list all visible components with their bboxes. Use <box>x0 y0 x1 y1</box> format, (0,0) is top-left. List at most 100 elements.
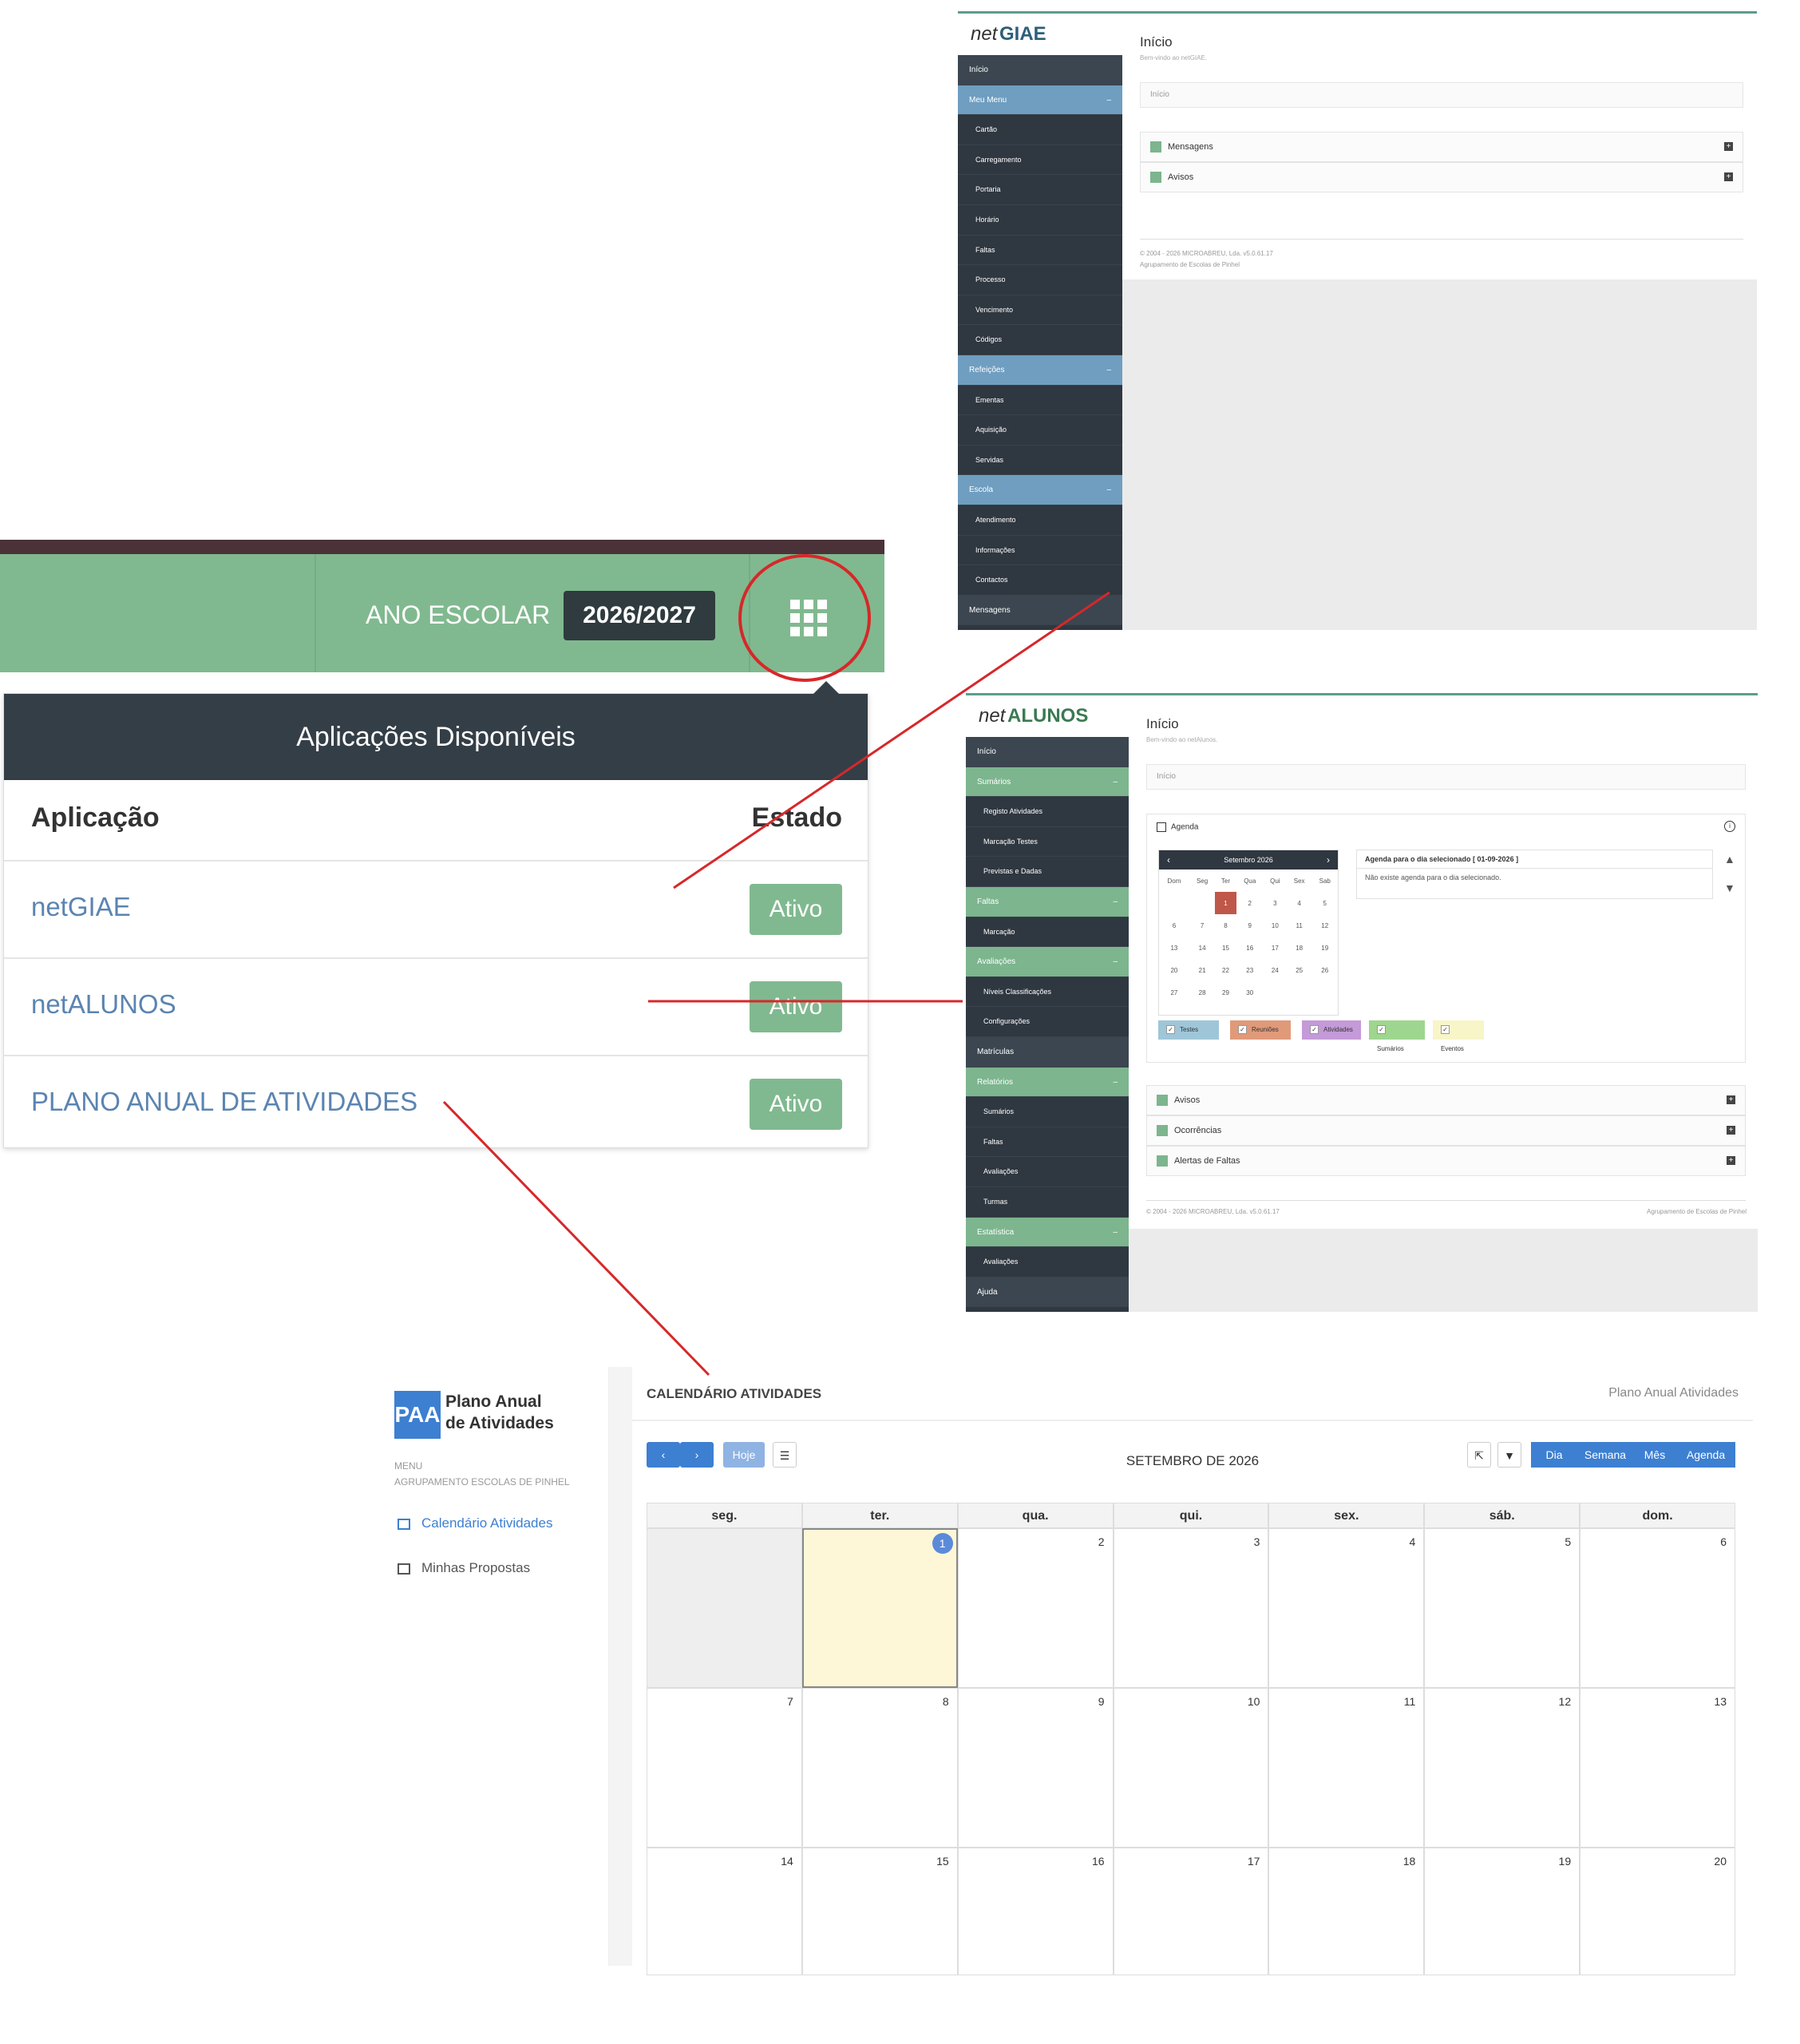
day-cell[interactable]: 4 <box>1268 1528 1425 1688</box>
sidebar-item[interactable]: Marcação Testes <box>966 827 1129 858</box>
accordion-panel[interactable]: Ocorrências + <box>1146 1115 1746 1146</box>
legend-item[interactable]: ✓ Atividades <box>1302 1020 1361 1040</box>
day-cell[interactable] <box>647 1528 802 1688</box>
mini-day[interactable]: 18 <box>1287 937 1312 959</box>
day-cell[interactable]: 15 <box>801 1848 958 1975</box>
sidebar-item[interactable]: Faltas <box>966 1127 1129 1158</box>
legend-item[interactable]: ✓ Sumários <box>1369 1020 1425 1052</box>
mini-day[interactable]: 23 <box>1236 959 1264 981</box>
mini-day[interactable]: 19 <box>1311 937 1338 959</box>
day-cell[interactable]: 5 <box>1424 1528 1580 1688</box>
sidebar-item[interactable]: Carregamento <box>958 145 1122 176</box>
sidebar-item[interactable]: Códigos <box>958 325 1122 355</box>
checkbox-icon[interactable]: ✓ <box>1377 1025 1386 1035</box>
sidebar-item[interactable]: Avaliações <box>966 1247 1129 1278</box>
sidebar-item[interactable]: Atendimento <box>958 505 1122 536</box>
mini-day[interactable]: 1 <box>1215 892 1236 914</box>
sidebar-item[interactable]: Escola – <box>958 475 1122 505</box>
mini-day[interactable]: 29 <box>1215 981 1236 1004</box>
sidebar-item[interactable]: Vencimento <box>958 295 1122 326</box>
sidebar-item[interactable]: Informações <box>958 536 1122 566</box>
collapse-icon[interactable]: – <box>1113 1218 1118 1248</box>
chevron-left-icon[interactable]: ‹ <box>1167 850 1170 869</box>
mini-day[interactable]: 27 <box>1159 981 1189 1004</box>
sidebar-item[interactable]: Sumários – <box>966 766 1129 798</box>
mini-day[interactable]: 26 <box>1311 959 1338 981</box>
sidebar-item[interactable]: Relatórios – <box>966 1067 1129 1098</box>
legend-item[interactable]: ✓ Testes <box>1158 1020 1219 1040</box>
collapse-icon[interactable]: – <box>1113 767 1118 798</box>
panel-mensagens[interactable]: Mensagens + <box>1140 132 1743 162</box>
day-cell[interactable]: 11 <box>1268 1688 1425 1848</box>
scroll-down-icon[interactable]: ▼ <box>1724 881 1735 894</box>
sidebar-item[interactable]: Meu Menu – <box>958 85 1122 116</box>
sidebar-item[interactable]: Sumários <box>966 1097 1129 1127</box>
mini-day[interactable]: 12 <box>1311 914 1338 937</box>
mini-day[interactable]: 7 <box>1189 914 1216 937</box>
sidebar-item[interactable]: Faltas – <box>966 886 1129 917</box>
checkbox-icon[interactable]: ✓ <box>1441 1025 1450 1035</box>
day-cell[interactable]: 17 <box>1113 1848 1269 1975</box>
mini-day[interactable]: 24 <box>1264 959 1287 981</box>
mini-day[interactable]: 8 <box>1215 914 1236 937</box>
info-icon[interactable]: i <box>1724 821 1735 832</box>
collapse-icon[interactable]: – <box>1106 85 1111 116</box>
mini-day[interactable]: 11 <box>1287 914 1312 937</box>
day-cell[interactable]: 13 <box>1580 1688 1735 1848</box>
sidebar-item[interactable]: Estatística – <box>966 1217 1129 1248</box>
mini-day[interactable]: 14 <box>1189 937 1216 959</box>
sidebar-item[interactable]: Níveis Classificações <box>966 977 1129 1008</box>
mini-day[interactable]: 25 <box>1287 959 1312 981</box>
sidebar-item[interactable]: Cartão <box>958 115 1122 145</box>
sidebar-item[interactable]: Horário <box>958 205 1122 236</box>
sidebar-item[interactable]: Ementas <box>958 386 1122 416</box>
sidebar-item[interactable]: Ajuda <box>966 1277 1129 1308</box>
nav-propostas[interactable]: Minhas Propostas <box>398 1560 530 1576</box>
sidebar-item[interactable]: Mensagens <box>958 595 1122 626</box>
sidebar-item[interactable]: Registo Atividades <box>966 797 1129 827</box>
export-icon[interactable]: ⇱ <box>1467 1442 1491 1468</box>
sidebar-item[interactable]: Processo <box>958 265 1122 295</box>
day-cell[interactable]: 20 <box>1580 1848 1735 1975</box>
app-link[interactable]: PLANO ANUAL DE ATIVIDADES <box>31 1087 417 1117</box>
sidebar-item[interactable]: Aquisição <box>958 415 1122 446</box>
view-button[interactable]: Semana <box>1577 1442 1633 1468</box>
mini-day[interactable]: 21 <box>1189 959 1216 981</box>
school-year-selector[interactable]: 2026/2027 <box>564 591 715 640</box>
expand-plus-icon[interactable]: + <box>1724 172 1733 181</box>
mini-day[interactable]: 5 <box>1311 892 1338 914</box>
checkbox-icon[interactable]: ✓ <box>1310 1025 1319 1035</box>
mini-day[interactable]: 9 <box>1236 914 1264 937</box>
day-cell[interactable]: 10 <box>1113 1688 1269 1848</box>
day-cell[interactable]: 7 <box>647 1688 802 1848</box>
collapse-icon[interactable]: – <box>1106 355 1111 386</box>
sidebar-item[interactable]: Início <box>966 737 1129 767</box>
view-button[interactable]: Dia <box>1531 1442 1577 1468</box>
day-cell[interactable]: 12 <box>1424 1688 1580 1848</box>
day-cell[interactable]: 9 <box>957 1688 1114 1848</box>
mini-day[interactable]: 10 <box>1264 914 1287 937</box>
mini-day[interactable]: 30 <box>1236 981 1264 1004</box>
panel-avisos[interactable]: Avisos + <box>1140 162 1743 192</box>
expand-plus-icon[interactable]: + <box>1727 1126 1735 1135</box>
mini-day[interactable]: 13 <box>1159 937 1189 959</box>
expand-plus-icon[interactable]: + <box>1727 1156 1735 1165</box>
day-cell[interactable]: 14 <box>647 1848 802 1975</box>
sidebar-item[interactable]: Servidas <box>958 446 1122 476</box>
sidebar-item[interactable]: Avaliações <box>966 1157 1129 1187</box>
sidebar-item[interactable]: Refeições – <box>958 355 1122 386</box>
mini-day[interactable]: 4 <box>1287 892 1312 914</box>
mini-day[interactable]: 2 <box>1236 892 1264 914</box>
checkbox-icon[interactable]: ✓ <box>1166 1025 1175 1035</box>
day-cell[interactable]: 19 <box>1424 1848 1580 1975</box>
sidebar-item[interactable]: Portaria <box>958 175 1122 205</box>
legend-item[interactable]: ✓ Eventos <box>1433 1020 1484 1052</box>
day-cell[interactable]: 3 <box>1113 1528 1269 1688</box>
mini-day[interactable]: 6 <box>1159 914 1189 937</box>
collapse-icon[interactable]: – <box>1106 475 1111 505</box>
legend-item[interactable]: ✓ Reuniões <box>1230 1020 1291 1040</box>
expand-plus-icon[interactable]: + <box>1727 1095 1735 1104</box>
mini-day[interactable]: 17 <box>1264 937 1287 959</box>
sidebar-item[interactable]: Matrículas <box>966 1036 1129 1068</box>
mini-day[interactable]: 16 <box>1236 937 1264 959</box>
